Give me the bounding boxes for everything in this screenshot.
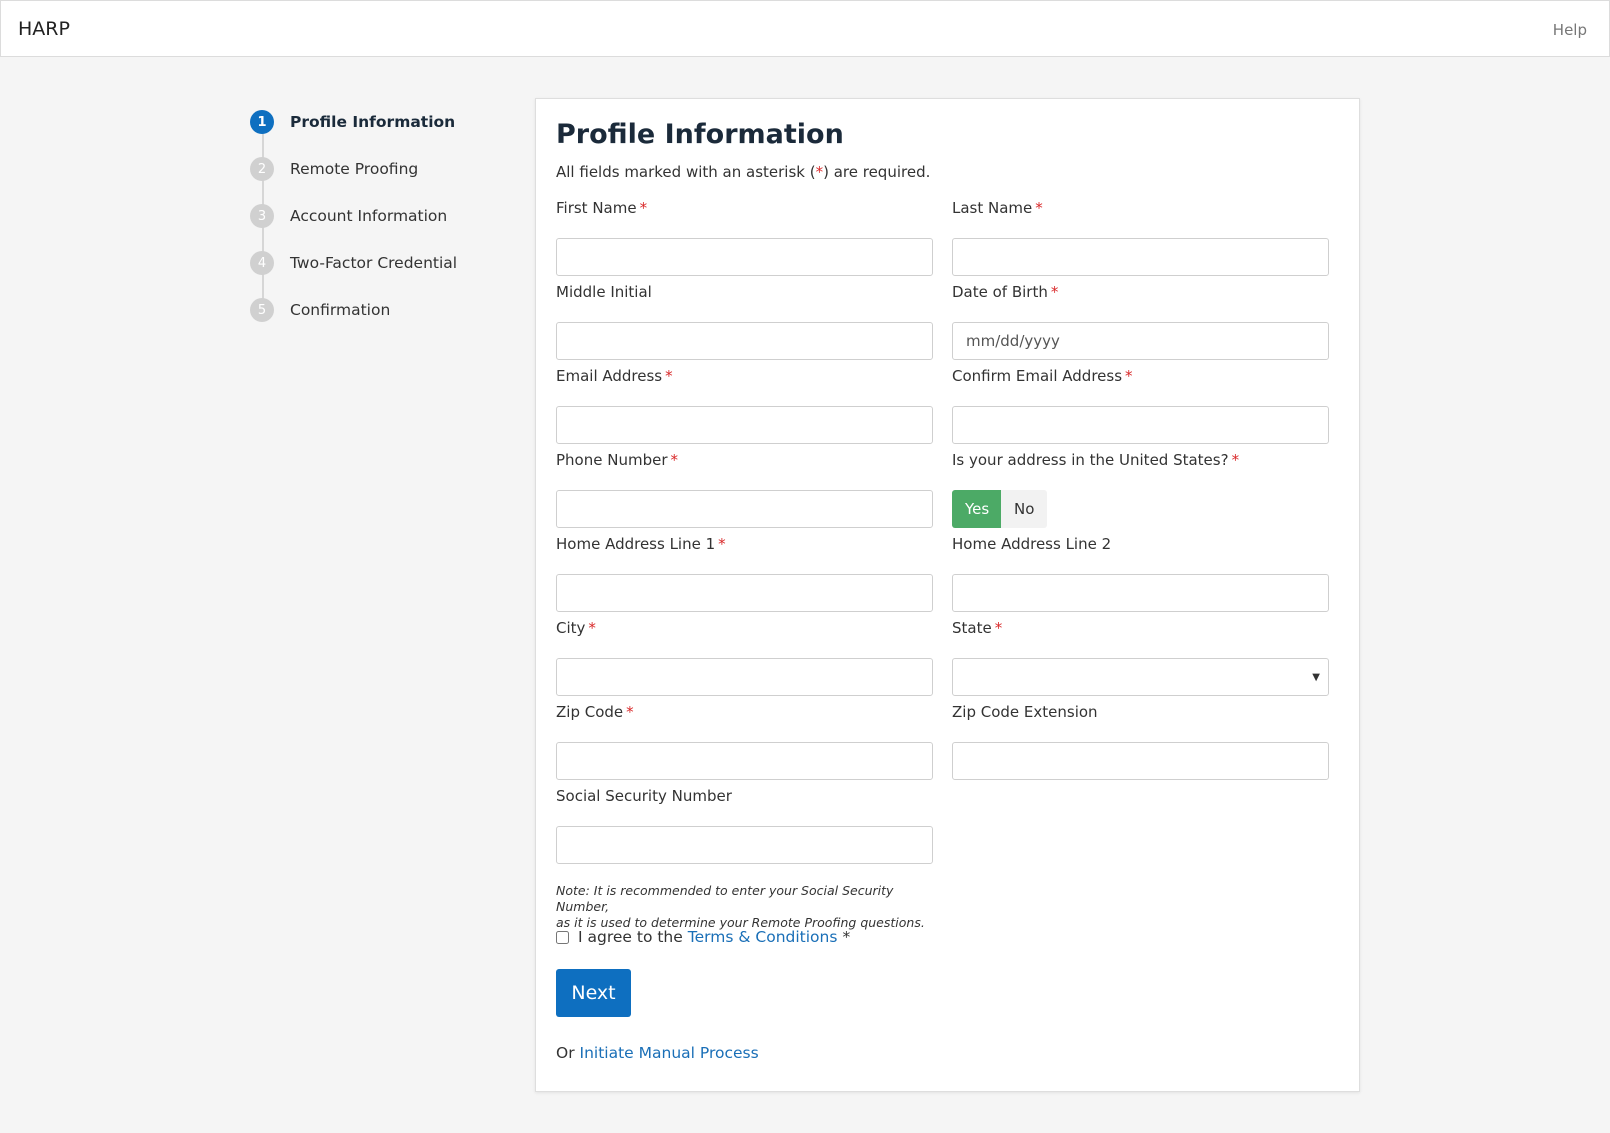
us-address-yes-button[interactable]: Yes (952, 490, 1001, 528)
step-label: Confirmation (290, 301, 391, 319)
step-remote-proofing: 2 Remote Proofing (250, 157, 510, 204)
manual-prefix: Or (556, 1044, 575, 1062)
date-of-birth-group: Date of Birth * (952, 283, 1329, 360)
zip-group: Zip Code * (556, 703, 933, 780)
state-label: State * (952, 619, 1003, 637)
last-name-group: Last Name * (952, 199, 1329, 276)
date-of-birth-input[interactable] (952, 322, 1329, 360)
terms-prefix: I agree to the (578, 928, 683, 946)
terms-agreement: I agree to the Terms & Conditions * (556, 928, 850, 946)
confirm-email-input[interactable] (952, 406, 1329, 444)
zip-ext-input[interactable] (952, 742, 1329, 780)
page-title: Profile Information (556, 119, 844, 150)
state-group: State * ▼ (952, 619, 1329, 696)
city-input[interactable] (556, 658, 933, 696)
step-account-information: 3 Account Information (250, 204, 510, 251)
address2-input[interactable] (952, 574, 1329, 612)
zip-ext-label: Zip Code Extension (952, 703, 1098, 721)
caret-down-icon: ▼ (1312, 672, 1320, 683)
email-group: Email Address * (556, 367, 933, 444)
middle-initial-group: Middle Initial (556, 283, 933, 360)
first-name-input[interactable] (556, 238, 933, 276)
middle-initial-label: Middle Initial (556, 283, 652, 301)
step-number: 2 (250, 157, 274, 181)
ssn-input[interactable] (556, 826, 933, 864)
date-of-birth-label: Date of Birth * (952, 283, 1059, 301)
brand-logo[interactable]: HARP (18, 18, 70, 40)
last-name-label: Last Name * (952, 199, 1043, 217)
step-profile-information: 1 Profile Information (250, 110, 510, 157)
confirm-email-group: Confirm Email Address * (952, 367, 1329, 444)
us-address-toggle: Yes No (952, 490, 1329, 528)
us-address-label: Is your address in the United States? * (952, 451, 1240, 469)
ssn-group: Social Security Number (556, 787, 933, 864)
step-number: 4 (250, 251, 274, 275)
address2-label: Home Address Line 2 (952, 535, 1112, 553)
us-address-group: Is your address in the United States? * Y… (952, 451, 1329, 528)
middle-initial-input[interactable] (556, 322, 933, 360)
step-number: 5 (250, 298, 274, 322)
step-label: Two-Factor Credential (290, 254, 458, 272)
state-select[interactable]: ▼ (952, 658, 1329, 696)
address1-group: Home Address Line 1 * (556, 535, 933, 612)
city-group: City * (556, 619, 933, 696)
us-address-no-button[interactable]: No (1001, 490, 1047, 528)
address1-label: Home Address Line 1 * (556, 535, 726, 553)
city-label: City * (556, 619, 596, 637)
manual-process: Or Initiate Manual Process (556, 1044, 759, 1062)
phone-label: Phone Number * (556, 451, 678, 469)
ssn-label: Social Security Number (556, 787, 732, 805)
step-label: Profile Information (290, 113, 456, 131)
confirm-email-label: Confirm Email Address * (952, 367, 1133, 385)
progress-stepper: 1 Profile Information 2 Remote Proofing … (250, 110, 510, 345)
email-label: Email Address * (556, 367, 673, 385)
address2-group: Home Address Line 2 (952, 535, 1329, 612)
first-name-label: First Name * (556, 199, 648, 217)
next-button[interactable]: Next (556, 969, 631, 1017)
ssn-note: Note: It is recommended to enter your So… (556, 883, 925, 930)
first-name-group: First Name * (556, 199, 933, 276)
step-number: 3 (250, 204, 274, 228)
step-label: Account Information (290, 207, 448, 225)
step-two-factor-credential: 4 Two-Factor Credential (250, 251, 510, 298)
profile-form-card: Profile Information All fields marked wi… (535, 98, 1360, 1092)
initiate-manual-process-link[interactable]: Initiate Manual Process (580, 1044, 759, 1062)
email-input[interactable] (556, 406, 933, 444)
required-fields-note: All fields marked with an asterisk (*) a… (556, 163, 931, 181)
address1-input[interactable] (556, 574, 933, 612)
last-name-input[interactable] (952, 238, 1329, 276)
phone-group: Phone Number * (556, 451, 933, 528)
terms-checkbox[interactable] (556, 930, 569, 944)
zip-ext-group: Zip Code Extension (952, 703, 1329, 780)
top-navbar: HARP Help (0, 0, 1610, 57)
zip-label: Zip Code * (556, 703, 634, 721)
step-label: Remote Proofing (290, 160, 419, 178)
step-number: 1 (250, 110, 274, 134)
terms-required-star: * (842, 928, 851, 946)
step-confirmation: 5 Confirmation (250, 298, 510, 345)
help-link[interactable]: Help (1553, 21, 1587, 39)
phone-input[interactable] (556, 490, 933, 528)
zip-input[interactable] (556, 742, 933, 780)
terms-link[interactable]: Terms & Conditions (688, 928, 838, 946)
